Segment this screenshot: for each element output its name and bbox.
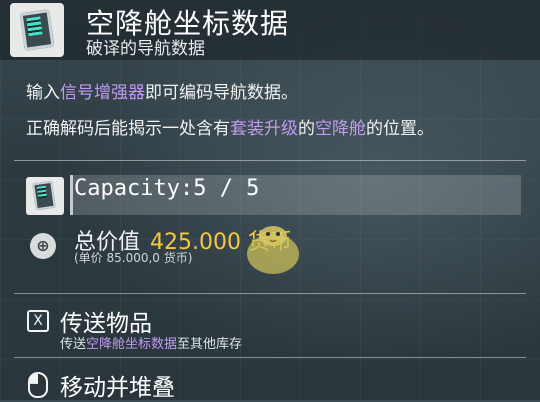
transfer-sub-pre: 传送 — [60, 337, 87, 352]
item-subtitle: 破译的导航数据 — [86, 39, 205, 59]
navigation-data-device-icon — [10, 3, 64, 57]
capacity-text: Capacity:5 / 5 — [74, 176, 260, 201]
description-text: 的 — [298, 119, 315, 139]
highlight-term: 套装升级 — [230, 119, 298, 139]
divider — [14, 160, 526, 161]
description-line-1: 输入信号增强器即可编码导航数据。 — [26, 78, 298, 103]
move-and-stack-button[interactable]: 移动并堆叠 — [60, 368, 175, 402]
description-text: 正确解码后能揭示一处含有 — [26, 119, 230, 139]
divider — [14, 357, 526, 358]
description-text: 的位置。 — [366, 119, 434, 139]
companion-creature-icon — [247, 226, 299, 274]
description-line-2: 正确解码后能揭示一处含有套装升级的空降舱的位置。 — [26, 114, 434, 139]
transfer-sub-post: 至其他库存 — [177, 337, 243, 352]
highlight-term: 空降舱 — [315, 119, 366, 139]
highlight-term: 信号增强器 — [60, 83, 145, 103]
item-header: 空降舱坐标数据 破译的导航数据 — [0, 0, 540, 60]
divider — [14, 293, 526, 294]
units-currency-icon: ⊕ — [30, 233, 56, 259]
transfer-sub-item: 空降舱坐标数据 — [86, 337, 178, 352]
transfer-item-description: 传送空降舱坐标数据至其他库存 — [60, 333, 242, 352]
stack-item-icon — [26, 177, 64, 215]
key-x-icon: X — [27, 310, 49, 332]
description-text: 即可编码导航数据。 — [145, 83, 298, 103]
mouse-click-icon — [28, 372, 48, 398]
unit-price: (单价 85.000,0 货币) — [74, 251, 193, 265]
description-text: 输入 — [26, 83, 60, 103]
